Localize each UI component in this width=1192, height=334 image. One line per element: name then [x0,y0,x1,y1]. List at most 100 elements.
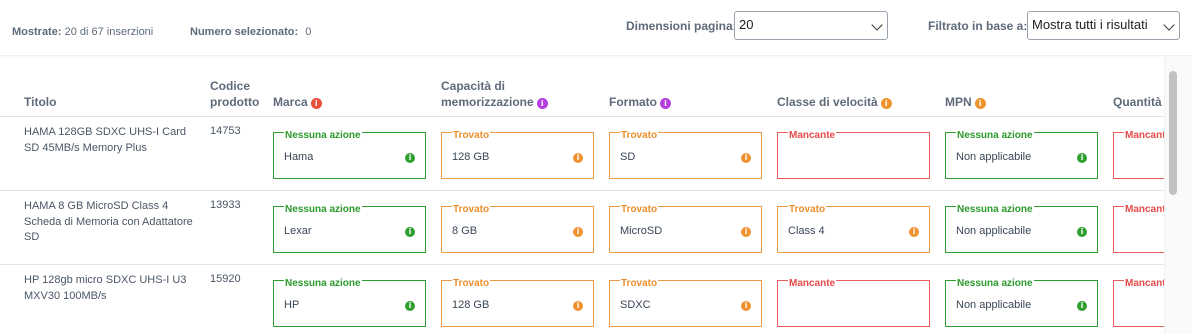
field-value: 128 GB [452,151,490,163]
quantity-field[interactable]: Mancante [1113,278,1164,327]
scrollbar-thumb[interactable] [1169,71,1177,195]
info-circle-icon[interactable]: i [741,301,751,311]
info-circle-icon[interactable]: i [1077,153,1087,163]
product-title: HP 128gb micro SDXC UHS-I U3 MXV30 100MB… [24,274,187,302]
status-label: Trovato [620,278,659,290]
info-circle-icon[interactable]: i [573,227,583,237]
col-format-label: Formato [609,95,657,109]
info-circle-icon[interactable]: i [405,301,415,311]
col-mpn[interactable]: MPN i [945,94,986,110]
filter-select[interactable]: Mostra tutti i risultati [1027,11,1180,40]
status-label: Trovato [452,130,491,142]
field-value: Non applicabile [956,299,1032,311]
quantity-field[interactable]: Mancante [1113,130,1164,179]
info-circle-icon[interactable]: i [536,98,548,109]
info-circle-icon[interactable]: i [741,153,751,163]
status-label: Trovato [620,130,659,142]
col-speed-label: Classe di velocità [777,95,878,109]
col-format[interactable]: Formato i [609,94,671,110]
product-title: HAMA 8 GB MicroSD Class 4 Scheda di Memo… [24,200,193,243]
info-circle-icon[interactable]: i [660,98,671,109]
field-value: SDXC [620,299,651,311]
capacity-field[interactable]: Trovato 128 GB i [441,278,594,327]
status-label: Trovato [452,278,491,290]
info-circle-icon[interactable]: i [909,227,919,237]
filter-label: Filtrato in base a: [928,19,1028,33]
status-label: Nessuna azione [956,204,1034,216]
capacity-field[interactable]: Trovato 8 GB i [441,204,594,253]
field-value: Non applicabile [956,225,1032,237]
status-label: Nessuna azione [956,130,1034,142]
info-circle-icon[interactable]: i [1077,227,1087,237]
status-label: Mancante [788,130,837,142]
field-value: HP [284,299,300,311]
filter-value: Mostra tutti i risultati [1032,17,1148,32]
col-quantity-label: Quantità [1113,95,1162,109]
info-circle-icon[interactable]: i [405,227,415,237]
col-title: Titolo [24,95,57,109]
info-circle-icon[interactable]: i [310,98,322,109]
status-label: Nessuna azione [284,278,362,290]
info-circle-icon[interactable]: i [573,301,583,311]
info-circle-icon[interactable]: i [974,98,986,109]
table-row: HAMA 8 GB MicroSD Class 4 Scheda di Memo… [0,191,1164,265]
product-code: 13933 [210,199,241,211]
col-code-line1: Codice [210,79,251,93]
brand-field[interactable]: Nessuna azione Lexar i [273,204,426,253]
capacity-field[interactable]: Trovato 128 GB i [441,130,594,179]
vertical-scrollbar[interactable] [1164,57,1192,334]
info-circle-icon[interactable]: i [573,153,583,163]
page-size-label: Dimensioni pagina: [626,19,737,33]
info-circle-icon[interactable]: i [405,153,415,163]
mpn-field[interactable]: Nessuna azione Non applicabile i [945,278,1098,327]
brand-field[interactable]: Nessuna azione Hama i [273,130,426,179]
col-code-line2: prodotto [210,95,260,109]
product-code: 14753 [210,125,241,137]
field-value: 8 GB [452,225,478,237]
page-size-value: 20 [739,17,754,32]
col-brand[interactable]: Marca i [273,94,322,110]
status-label: Nessuna azione [956,278,1034,290]
col-capacity-line1: Capacità di [441,79,506,93]
table-row: HAMA 128GB SDXC UHS-I Card SD 45MB/s Mem… [0,117,1164,191]
field-value: Hama [284,151,314,163]
col-code: Codice prodotto [210,78,259,110]
info-circle-icon[interactable]: i [741,227,751,237]
page-size-select[interactable]: 20 [734,11,888,40]
status-label: Trovato [788,204,827,216]
shown-value: 20 di 67 inserzioni [64,26,154,38]
shown-count: Mostrate: 20 di 67 inserzioni [12,26,153,38]
status-label: Mancante [1124,278,1164,290]
brand-field[interactable]: Nessuna azione HP i [273,278,426,327]
mpn-field[interactable]: Nessuna azione Non applicabile i [945,204,1098,253]
speed-field[interactable]: Mancante [777,278,930,327]
format-field[interactable]: Trovato MicroSD i [609,204,762,253]
status-label: Mancante [1124,204,1164,216]
col-capacity[interactable]: Capacità di memorizzazione i [441,78,548,110]
speed-field[interactable]: Mancante [777,130,930,179]
speed-field[interactable]: Trovato Class 4 i [777,204,930,253]
field-value: 128 GB [452,299,490,311]
field-value: Lexar [284,225,312,237]
field-value: Non applicabile [956,151,1032,163]
format-field[interactable]: Trovato SDXC i [609,278,762,327]
mpn-field[interactable]: Nessuna azione Non applicabile i [945,130,1098,179]
status-label: Nessuna azione [284,204,362,216]
info-circle-icon[interactable]: i [880,98,892,109]
field-value: SD [620,151,636,163]
col-quantity[interactable]: Quantitài [1113,94,1164,110]
toolbar: Mostrate: 20 di 67 inserzioni Numero sel… [0,0,1192,56]
col-brand-label: Marca [273,95,308,109]
format-field[interactable]: Trovato SD i [609,130,762,179]
product-title: HAMA 128GB SDXC UHS-I Card SD 45MB/s Mem… [24,126,186,154]
listings-table: Titolo Codice prodotto Marca i Capacità d… [0,57,1164,334]
col-speed[interactable]: Classe di velocità i [777,94,892,110]
field-value: MicroSD [620,225,663,237]
col-mpn-label: MPN [945,95,972,109]
quantity-field[interactable]: Mancante [1113,204,1164,253]
info-circle-icon[interactable]: i [1077,301,1087,311]
col-capacity-line2: memorizzazione [441,95,534,109]
product-code: 15920 [210,273,241,285]
status-label: Mancante [788,278,837,290]
field-value: Class 4 [788,225,825,237]
